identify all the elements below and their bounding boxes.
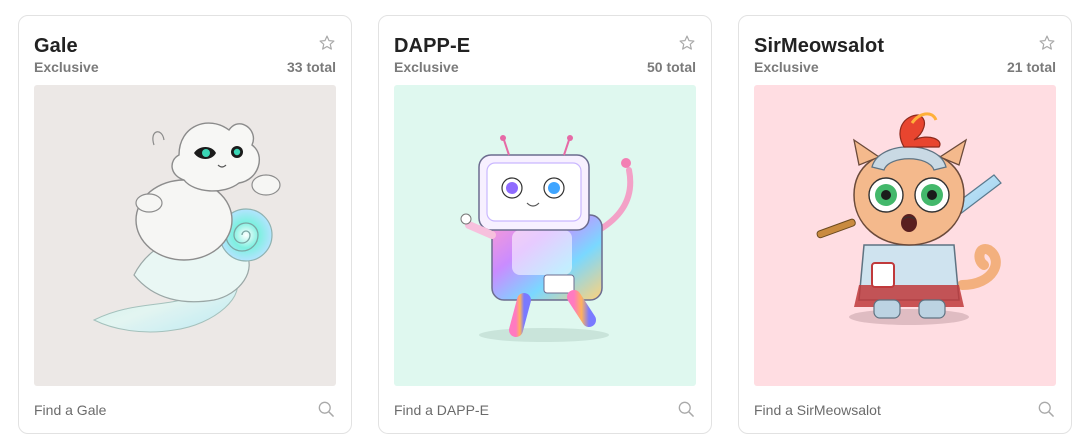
kitty-artwork-sirmeowsalot[interactable] xyxy=(754,85,1056,386)
find-kitty-link[interactable]: Find a DAPP-E xyxy=(394,402,489,418)
rarity-label: Exclusive xyxy=(754,59,819,75)
star-icon[interactable] xyxy=(318,34,336,52)
kitty-artwork-dapp-e[interactable] xyxy=(394,85,696,386)
kitty-card-list: Gale Exclusive 33 total Find a Gale DAPP… xyxy=(0,0,1083,441)
card-title[interactable]: SirMeowsalot xyxy=(754,35,884,58)
star-icon[interactable] xyxy=(678,34,696,52)
kitty-card-sirmeowsalot[interactable]: SirMeowsalot Exclusive 21 total Find a S… xyxy=(738,15,1072,434)
search-icon[interactable] xyxy=(676,399,696,419)
card-title[interactable]: DAPP-E xyxy=(394,35,470,58)
rarity-label: Exclusive xyxy=(34,59,99,75)
kitty-card-dapp-e[interactable]: DAPP-E Exclusive 50 total Find a DAPP-E xyxy=(378,15,712,434)
card-title[interactable]: Gale xyxy=(34,35,78,58)
rarity-label: Exclusive xyxy=(394,59,459,75)
search-icon[interactable] xyxy=(1036,399,1056,419)
kitty-card-gale[interactable]: Gale Exclusive 33 total Find a Gale xyxy=(18,15,352,434)
star-icon[interactable] xyxy=(1038,34,1056,52)
sirmeowsalot-knight-cat-illustration xyxy=(816,112,1002,325)
total-count: 33 total xyxy=(286,59,336,75)
find-kitty-link[interactable]: Find a Gale xyxy=(34,402,106,418)
kitty-artwork-gale[interactable] xyxy=(34,85,336,386)
find-kitty-link[interactable]: Find a SirMeowsalot xyxy=(754,402,881,418)
dapp-e-robot-cat-illustration xyxy=(460,135,634,342)
total-count: 50 total xyxy=(646,59,696,75)
total-count: 21 total xyxy=(1006,59,1056,75)
gale-cat-illustration xyxy=(92,122,281,333)
search-icon[interactable] xyxy=(316,399,336,419)
